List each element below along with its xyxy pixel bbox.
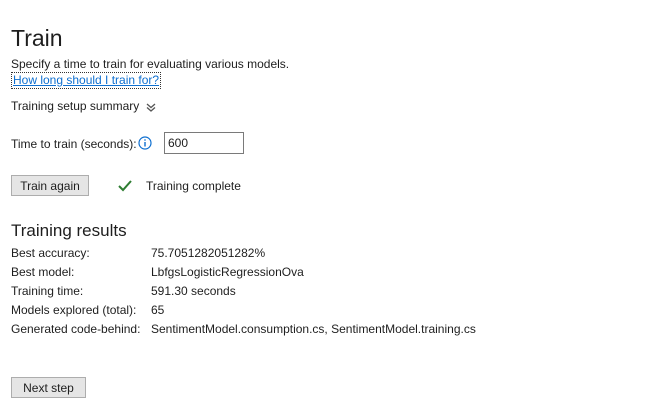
result-value: 65 xyxy=(151,303,165,317)
result-row-models-explored: Models explored (total): 65 xyxy=(11,303,476,322)
result-value: LbfgsLogisticRegressionOva xyxy=(151,265,304,279)
training-setup-summary-label: Training setup summary xyxy=(11,99,140,113)
training-setup-summary-toggle[interactable]: Training setup summary xyxy=(11,99,157,114)
info-icon[interactable] xyxy=(138,136,152,150)
train-again-button[interactable]: Train again xyxy=(11,175,89,196)
result-row-best-model: Best model: LbfgsLogisticRegressionOva xyxy=(11,265,476,284)
page-subtitle: Specify a time to train for evaluating v… xyxy=(11,57,290,71)
result-label: Generated code-behind: xyxy=(11,322,141,336)
train-page: Train Specify a time to train for evalua… xyxy=(0,0,656,420)
next-step-button[interactable]: Next step xyxy=(11,377,86,398)
result-row-training-time: Training time: 591.30 seconds xyxy=(11,284,476,303)
chevron-down-double-icon xyxy=(145,101,157,113)
training-results-title: Training results xyxy=(11,221,127,240)
result-row-generated-code-behind: Generated code-behind: SentimentModel.co… xyxy=(11,322,476,341)
training-status-text: Training complete xyxy=(146,179,241,193)
result-label: Best accuracy: xyxy=(11,246,90,260)
checkmark-icon xyxy=(117,179,133,193)
time-to-train-label: Time to train (seconds): xyxy=(11,137,137,151)
help-link[interactable]: How long should I train for? xyxy=(11,72,162,89)
result-label: Models explored (total): xyxy=(11,303,137,317)
result-value: SentimentModel.consumption.cs, Sentiment… xyxy=(151,322,476,336)
result-label: Best model: xyxy=(11,265,75,279)
result-value: 75.7051282051282% xyxy=(151,246,266,260)
result-row-best-accuracy: Best accuracy: 75.7051282051282% xyxy=(11,246,476,265)
time-to-train-input[interactable] xyxy=(164,132,244,154)
training-results-list: Best accuracy: 75.7051282051282% Best mo… xyxy=(11,246,476,341)
page-title: Train xyxy=(11,25,63,51)
result-label: Training time: xyxy=(11,284,84,298)
result-value: 591.30 seconds xyxy=(151,284,236,298)
